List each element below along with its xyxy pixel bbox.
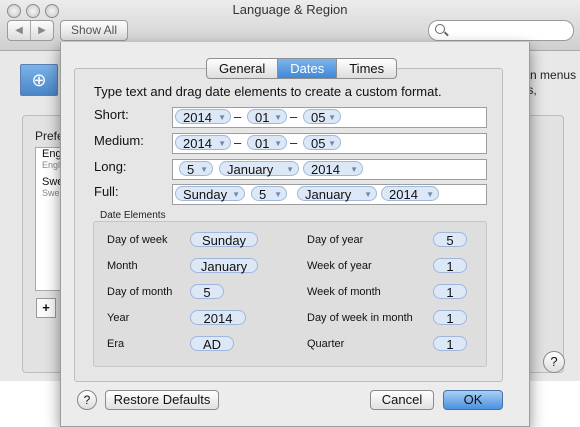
element-label: Week of year: [307, 260, 372, 272]
globe-flag-icon: ⊕: [20, 64, 58, 96]
back-button[interactable]: ◀: [8, 21, 31, 40]
token-text: 01: [255, 136, 270, 151]
element-label: Era: [107, 338, 125, 350]
language-list[interactable]: Engl Engl Swe Swe: [35, 147, 63, 291]
chevron-down-icon: ▼: [364, 190, 372, 199]
year-token[interactable]: 2014 ▼: [381, 186, 439, 202]
token-text: 2014: [389, 187, 418, 202]
chevron-down-icon: ▼: [286, 165, 294, 174]
token-text: 2014: [183, 110, 212, 125]
day-token[interactable]: 05 ▼: [303, 135, 341, 151]
token-text: 05: [311, 136, 326, 151]
day-of-week-in-month-element[interactable]: 1: [433, 310, 467, 326]
chevron-down-icon: ▼: [200, 165, 208, 174]
year-token[interactable]: 2014 ▼: [175, 109, 231, 125]
element-label: Quarter: [307, 338, 345, 350]
chevron-down-icon: ▼: [328, 139, 336, 148]
language-item-name[interactable]: Swe: [36, 176, 62, 188]
language-item-sub: Engl: [42, 160, 61, 170]
window-title: Language & Region: [232, 2, 348, 17]
day-token[interactable]: 05 ▼: [303, 109, 341, 125]
search-field[interactable]: [428, 20, 574, 41]
instruction-text: Type text and drag date elements to crea…: [94, 84, 442, 99]
token-text: 2014: [183, 136, 212, 151]
element-label: Month: [107, 260, 138, 272]
chevron-down-icon: ▼: [232, 190, 240, 199]
separator: –: [234, 109, 242, 124]
chevron-down-icon: ▼: [274, 190, 282, 199]
token-text: January: [227, 162, 274, 177]
token-text: January: [305, 187, 352, 202]
day-of-week-element[interactable]: Sunday: [190, 232, 258, 248]
ok-button[interactable]: OK: [443, 390, 503, 410]
day-token[interactable]: 5 ▼: [251, 186, 287, 202]
separator: –: [234, 135, 242, 150]
month-element[interactable]: January: [190, 258, 258, 274]
language-item-sub: Swe: [42, 188, 60, 198]
chevron-down-icon: ▼: [328, 113, 336, 122]
chevron-down-icon: ▼: [274, 139, 282, 148]
tab-times[interactable]: Times: [337, 59, 396, 78]
window-help-button[interactable]: ?: [543, 351, 565, 373]
short-format-field[interactable]: 2014 ▼ – 01 ▼ – 05 ▼: [172, 107, 487, 128]
token-text: 05: [311, 110, 326, 125]
nav-buttons: ◀ ▶: [7, 20, 54, 41]
forward-button[interactable]: ▶: [31, 21, 53, 40]
tab-bar: General Dates Times: [206, 58, 398, 79]
chevron-down-icon: ▼: [218, 113, 226, 122]
element-label: Day of week in month: [307, 312, 413, 324]
element-label: Year: [107, 312, 130, 324]
add-language-button[interactable]: +: [36, 298, 56, 318]
year-token[interactable]: 2014 ▼: [303, 161, 363, 177]
chevron-down-icon: ▼: [426, 190, 434, 199]
cancel-button[interactable]: Cancel: [370, 390, 434, 410]
long-format-field[interactable]: 5 ▼ January ▼ 2014 ▼: [172, 159, 487, 180]
year-element[interactable]: 2014: [190, 310, 246, 326]
tab-dates[interactable]: Dates: [278, 59, 338, 78]
month-token[interactable]: January ▼: [297, 186, 377, 202]
year-token[interactable]: 2014 ▼: [175, 135, 231, 151]
week-of-year-element[interactable]: 1: [433, 258, 467, 274]
medium-format-label: Medium:: [94, 133, 144, 148]
quarter-element[interactable]: 1: [433, 336, 467, 352]
month-token[interactable]: 01 ▼: [247, 109, 287, 125]
medium-format-field[interactable]: 2014 ▼ – 01 ▼ – 05 ▼: [172, 133, 487, 154]
show-all-button[interactable]: Show All: [60, 20, 128, 41]
token-text: 5: [259, 187, 267, 202]
token-text: 5: [187, 162, 195, 177]
separator: –: [290, 135, 298, 150]
date-elements-title: Date Elements: [100, 210, 166, 221]
day-of-year-element[interactable]: 5: [433, 232, 467, 248]
week-of-month-element[interactable]: 1: [433, 284, 467, 300]
day-of-month-element[interactable]: 5: [190, 284, 224, 300]
language-item-name[interactable]: Engl: [36, 148, 62, 160]
chevron-down-icon: ▼: [350, 165, 358, 174]
chevron-down-icon: ▼: [218, 139, 226, 148]
element-label: Day of week: [107, 234, 168, 246]
token-text: 2014: [311, 162, 340, 177]
tab-general[interactable]: General: [207, 59, 279, 78]
long-format-label: Long:: [94, 159, 127, 174]
day-token[interactable]: 5 ▼: [179, 161, 213, 177]
separator: –: [290, 109, 298, 124]
token-text: Sunday: [183, 187, 228, 202]
token-text: 01: [255, 110, 270, 125]
full-format-label: Full:: [94, 184, 119, 199]
era-element[interactable]: AD: [190, 336, 234, 352]
month-token[interactable]: 01 ▼: [247, 135, 287, 151]
sheet-help-button[interactable]: ?: [77, 390, 97, 410]
element-label: Day of year: [307, 234, 364, 246]
restore-defaults-button[interactable]: Restore Defaults: [105, 390, 219, 410]
element-label: Week of month: [307, 286, 381, 298]
chevron-down-icon: ▼: [274, 113, 282, 122]
short-format-label: Short:: [94, 107, 129, 122]
full-format-field[interactable]: Sunday ▼ 5 ▼ January ▼ 2014 ▼: [172, 184, 487, 205]
month-token[interactable]: January ▼: [219, 161, 299, 177]
element-label: Day of month: [107, 286, 173, 298]
search-icon: [435, 24, 445, 34]
weekday-token[interactable]: Sunday ▼: [175, 186, 245, 202]
